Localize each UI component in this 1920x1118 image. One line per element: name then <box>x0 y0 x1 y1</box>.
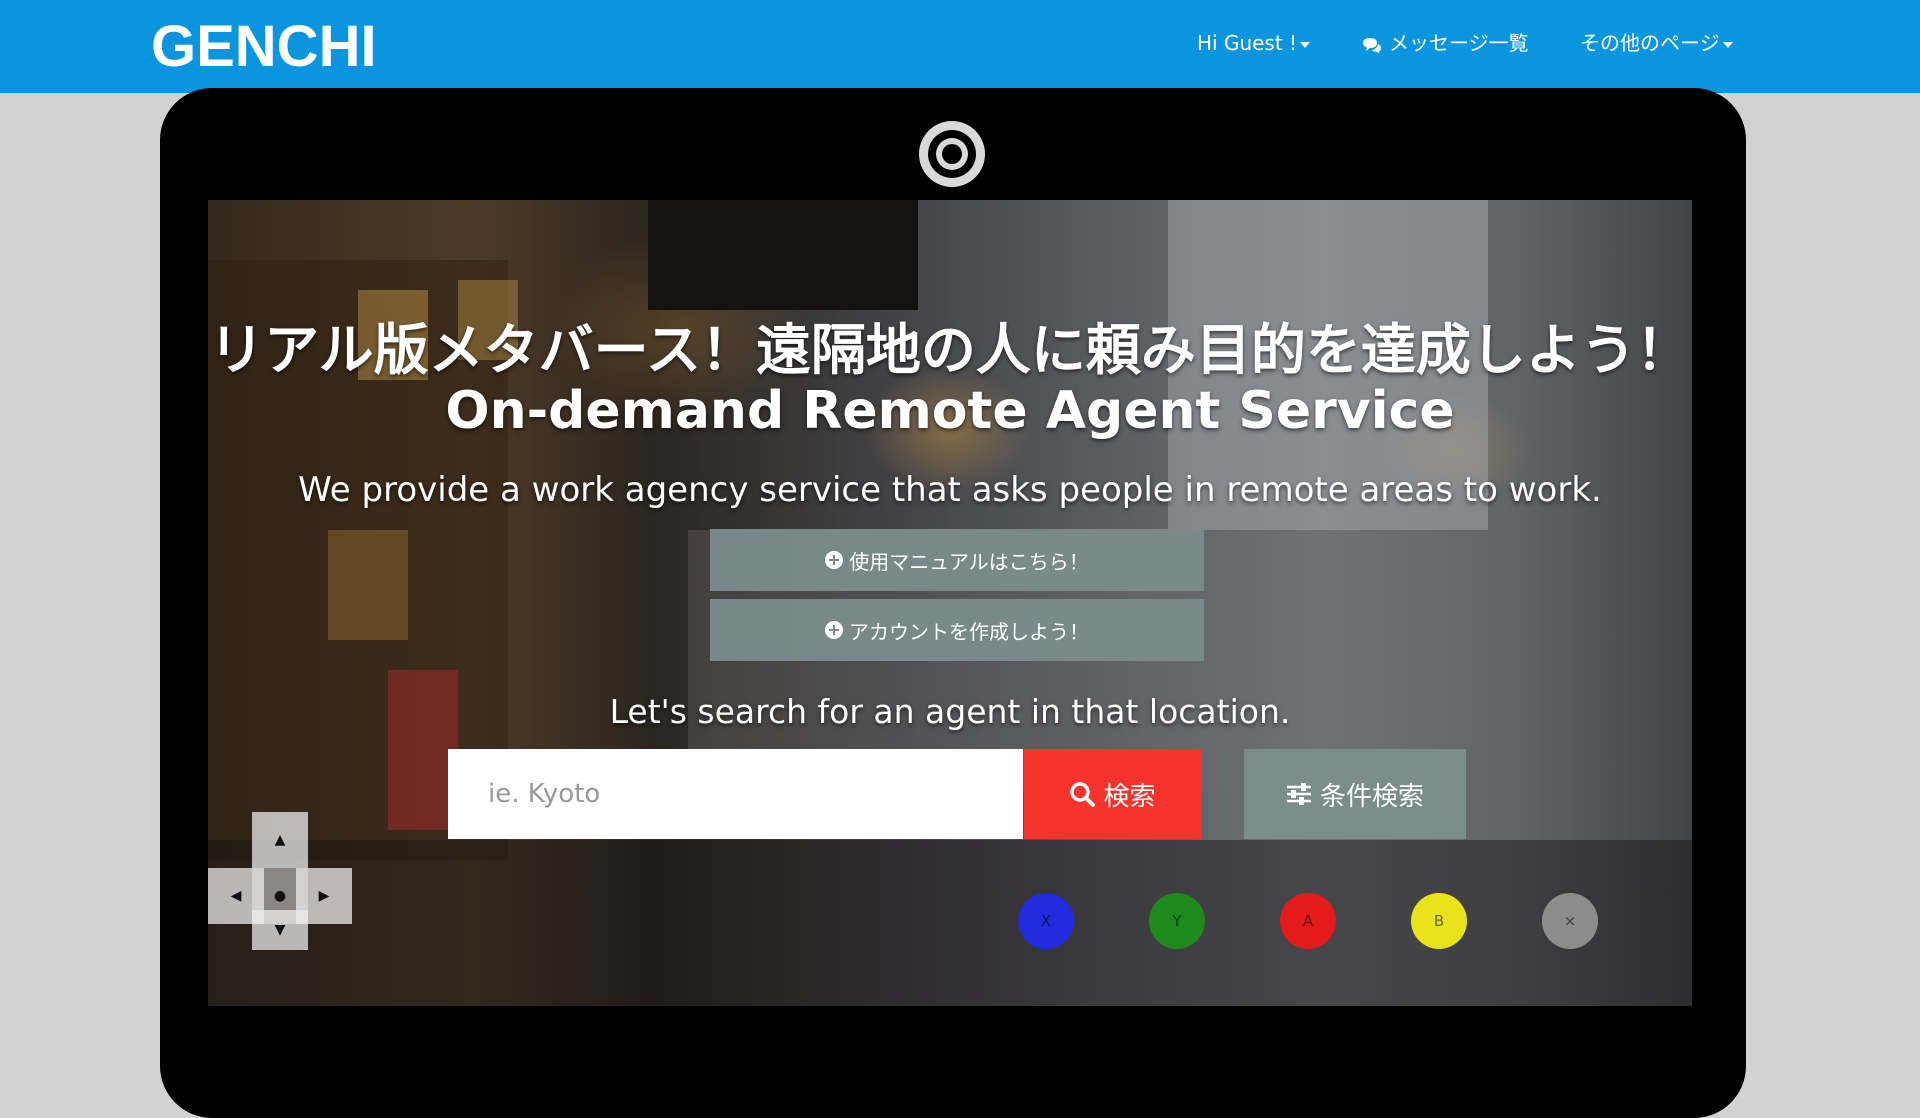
messages-label: メッセージ一覧 <box>1389 31 1529 55</box>
plus-circle-icon <box>825 621 843 639</box>
filter-search-button[interactable]: 条件検索 <box>1244 749 1466 839</box>
x-button[interactable]: X <box>1018 893 1074 949</box>
other-pages-label: その他のページ <box>1580 31 1720 55</box>
caret-down-icon <box>1722 41 1733 48</box>
manual-button[interactable]: 使用マニュアルはこちら！ <box>710 529 1204 591</box>
sliders-icon <box>1286 783 1311 805</box>
search-icon <box>1070 782 1096 807</box>
hero-screen: リアル版メタバース！遠隔地の人に頼み目的を達成しよう！ On-demand Re… <box>208 200 1692 1006</box>
top-navbar: GENCHI Hi Guest ! メッセージ一覧 その他のページ <box>0 0 1920 93</box>
search-button[interactable]: 検索 <box>1024 749 1201 839</box>
hero-title-en: On-demand Remote Agent Service <box>445 381 1455 441</box>
chat-icon <box>1363 37 1381 53</box>
search-hint: Let's search for an agent in that locati… <box>609 692 1291 731</box>
search-button-label: 検索 <box>1103 781 1156 812</box>
signup-button-label: アカウントを作成しよう！ <box>849 619 1089 644</box>
filter-button-label: 条件検索 <box>1319 781 1424 812</box>
dpad-up-button[interactable]: ▲ <box>252 812 308 868</box>
dpad-center: ● <box>252 868 308 924</box>
hero-title-jp: リアル版メタバース！遠隔地の人に頼み目的を達成しよう！ <box>209 318 1691 382</box>
guest-menu[interactable]: Hi Guest ! <box>1197 28 1311 58</box>
other-pages-menu[interactable]: その他のページ <box>1580 28 1733 58</box>
plus-circle-icon <box>825 551 844 569</box>
location-search-input[interactable] <box>448 749 1023 839</box>
guest-greeting: Hi Guest ! <box>1197 31 1298 55</box>
caret-down-icon <box>1300 41 1311 48</box>
hero-subtitle: We provide a work agency service that as… <box>298 470 1602 510</box>
brand-logo[interactable]: GENCHI <box>151 14 377 80</box>
webcam-icon <box>919 121 985 187</box>
messages-link[interactable]: メッセージ一覧 <box>1361 28 1529 58</box>
y-button[interactable]: Y <box>1149 893 1205 949</box>
close-button[interactable]: × <box>1542 893 1598 949</box>
a-button[interactable]: A <box>1280 893 1336 949</box>
signup-button[interactable]: アカウントを作成しよう！ <box>710 599 1204 661</box>
b-button[interactable]: B <box>1411 893 1467 949</box>
manual-button-label: 使用マニュアルはこちら！ <box>849 549 1089 574</box>
